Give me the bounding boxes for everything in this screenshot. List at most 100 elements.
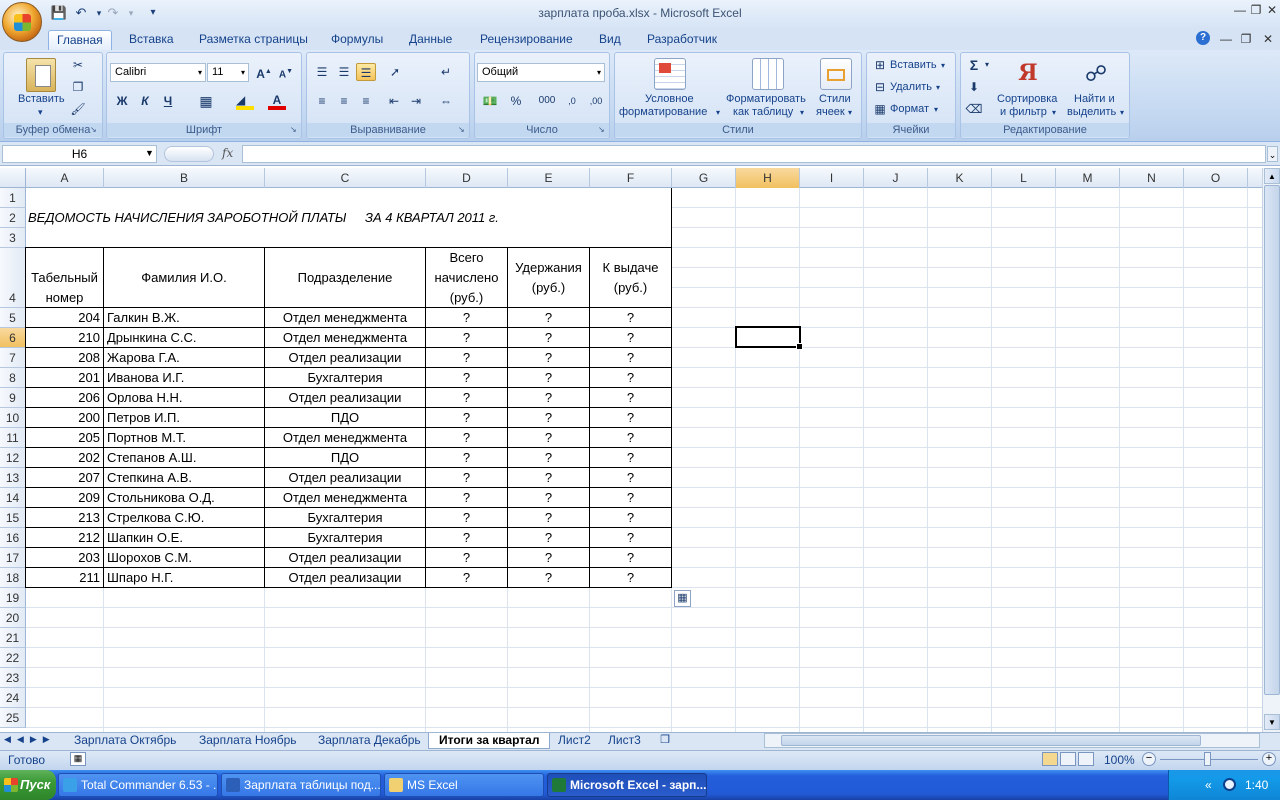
row-header[interactable]: 19 bbox=[0, 588, 26, 608]
paste-button[interactable]: Вставить bbox=[18, 93, 65, 106]
column-header-h[interactable]: H bbox=[736, 168, 800, 188]
sheet-nav-icons[interactable]: ◀◀▶▶ bbox=[4, 734, 56, 745]
help-icon[interactable]: ? bbox=[1196, 31, 1210, 45]
conditional-formatting-icon[interactable] bbox=[654, 58, 686, 90]
row-header[interactable]: 11 bbox=[0, 428, 26, 448]
row-header[interactable]: 9 bbox=[0, 388, 26, 408]
page-break-view-icon[interactable] bbox=[1078, 752, 1094, 766]
cell-deductions[interactable]: ? bbox=[508, 568, 590, 588]
cut-icon[interactable]: ✂ bbox=[68, 56, 88, 74]
increase-decimal-icon[interactable]: ,0 bbox=[562, 92, 582, 110]
cell-total-accrued[interactable]: ? bbox=[426, 328, 508, 348]
column-header-f[interactable]: F bbox=[590, 168, 672, 188]
column-header-c[interactable]: C bbox=[265, 168, 426, 188]
cell-to-pay[interactable]: ? bbox=[590, 568, 672, 588]
cell-to-pay[interactable]: ? bbox=[590, 448, 672, 468]
cell-deductions[interactable]: ? bbox=[508, 328, 590, 348]
cell-total-accrued[interactable]: ? bbox=[426, 428, 508, 448]
cell-to-pay[interactable]: ? bbox=[590, 528, 672, 548]
grow-font-icon[interactable]: A▲ bbox=[254, 63, 274, 81]
clear-icon[interactable]: ⌫ bbox=[964, 100, 984, 118]
alignment-launcher-icon[interactable]: ↘ bbox=[458, 125, 465, 134]
cell-full-name[interactable]: Портнов М.Т. bbox=[104, 428, 265, 448]
paste-options-icon[interactable]: ▦ bbox=[674, 590, 691, 607]
row-header[interactable]: 1 bbox=[0, 188, 26, 208]
column-header-j[interactable]: J bbox=[864, 168, 928, 188]
cell-department[interactable]: Отдел реализации bbox=[265, 348, 426, 368]
sort-filter-icon[interactable]: Я bbox=[1012, 58, 1044, 90]
orientation-icon[interactable]: ➚ bbox=[385, 63, 405, 81]
cell-full-name[interactable]: Шапкин О.Е. bbox=[104, 528, 265, 548]
cell-total-accrued[interactable]: ? bbox=[426, 508, 508, 528]
close-icon[interactable]: ✕ bbox=[1264, 3, 1280, 17]
cell-deductions[interactable]: ? bbox=[508, 428, 590, 448]
insert-cells-dropdown-icon[interactable]: ▾ bbox=[941, 59, 945, 72]
cell-department[interactable]: Отдел реализации bbox=[265, 548, 426, 568]
workbook-restore-icon[interactable]: ❐ bbox=[1238, 32, 1254, 46]
cell-full-name[interactable]: Стольникова О.Д. bbox=[104, 488, 265, 508]
zoom-out-icon[interactable]: − bbox=[1142, 752, 1156, 766]
cell-deductions[interactable]: ? bbox=[508, 308, 590, 328]
cell-to-pay[interactable]: ? bbox=[590, 548, 672, 568]
column-header-n[interactable]: N bbox=[1120, 168, 1184, 188]
row-header[interactable]: 18 bbox=[0, 568, 26, 588]
undo-icon[interactable]: ↶ bbox=[72, 4, 90, 22]
tab-page-layout[interactable]: Разметка страницы bbox=[191, 30, 316, 50]
cell-deductions[interactable]: ? bbox=[508, 508, 590, 528]
clock[interactable]: 1:40 bbox=[1245, 778, 1268, 792]
cell-department[interactable]: Отдел менеджмента bbox=[265, 488, 426, 508]
select-all-button[interactable] bbox=[0, 168, 26, 188]
cell-total-accrued[interactable]: ? bbox=[426, 348, 508, 368]
row-header[interactable]: 5 bbox=[0, 308, 26, 328]
cell-deductions[interactable]: ? bbox=[508, 548, 590, 568]
macro-record-icon[interactable]: ▦ bbox=[70, 752, 86, 766]
vertical-scrollbar[interactable]: ▲ ▼ bbox=[1262, 168, 1280, 732]
sheet-tab-active[interactable]: Итоги за квартал bbox=[428, 733, 551, 749]
cell-to-pay[interactable]: ? bbox=[590, 388, 672, 408]
format-as-table-dropdown-icon[interactable]: ▾ bbox=[800, 106, 804, 119]
tab-data[interactable]: Данные bbox=[401, 30, 460, 50]
expand-formula-bar-icon[interactable]: ⌄ bbox=[1267, 146, 1278, 162]
cell-to-pay[interactable]: ? bbox=[590, 408, 672, 428]
row-header[interactable]: 23 bbox=[0, 668, 26, 688]
cell-tab-number[interactable]: 200 bbox=[26, 408, 104, 428]
paste-icon[interactable] bbox=[26, 58, 56, 92]
cell-tab-number[interactable]: 209 bbox=[26, 488, 104, 508]
italic-button[interactable]: К bbox=[135, 92, 155, 110]
cell-deductions[interactable]: ? bbox=[508, 368, 590, 388]
normal-view-icon[interactable] bbox=[1042, 752, 1058, 766]
cell-department[interactable]: Отдел менеджмента bbox=[265, 428, 426, 448]
sheet-tab[interactable]: Зарплата Ноябрь bbox=[189, 733, 307, 749]
row-header[interactable]: 14 bbox=[0, 488, 26, 508]
row-header[interactable]: 3 bbox=[0, 228, 26, 248]
cell-tab-number[interactable]: 210 bbox=[26, 328, 104, 348]
row-header[interactable]: 4 bbox=[0, 248, 26, 308]
percent-button[interactable]: % bbox=[506, 92, 526, 110]
row-header[interactable]: 8 bbox=[0, 368, 26, 388]
row-header[interactable]: 25 bbox=[0, 708, 26, 728]
sort-filter-label-1[interactable]: Сортировка bbox=[997, 93, 1057, 106]
increase-indent-icon[interactable]: ⇥ bbox=[406, 92, 426, 110]
find-select-label-1[interactable]: Найти и bbox=[1074, 93, 1115, 106]
cell-tab-number[interactable]: 212 bbox=[26, 528, 104, 548]
scroll-thumb[interactable] bbox=[1264, 185, 1280, 695]
cell-to-pay[interactable]: ? bbox=[590, 428, 672, 448]
name-box-dropdown-icon[interactable]: ▼ bbox=[145, 148, 154, 158]
cell-styles-dropdown-icon[interactable]: ▾ bbox=[848, 106, 852, 119]
cell-total-accrued[interactable]: ? bbox=[426, 548, 508, 568]
cell-department[interactable]: Бухгалтерия bbox=[265, 528, 426, 548]
workbook-close-icon[interactable]: ✕ bbox=[1260, 32, 1276, 46]
fill-color-icon[interactable]: ◢ bbox=[236, 93, 254, 110]
tab-formulas[interactable]: Формулы bbox=[323, 30, 391, 50]
autosum-dropdown-icon[interactable]: ▾ bbox=[982, 56, 992, 74]
cell-styles-label-2[interactable]: ячеек bbox=[816, 106, 845, 119]
row-header[interactable]: 22 bbox=[0, 648, 26, 668]
borders-icon[interactable]: ▦ bbox=[196, 92, 216, 110]
column-header-k[interactable]: K bbox=[928, 168, 992, 188]
insert-cells-button[interactable]: Вставить bbox=[890, 59, 937, 72]
row-header[interactable]: 13 bbox=[0, 468, 26, 488]
cell-to-pay[interactable]: ? bbox=[590, 508, 672, 528]
cell-total-accrued[interactable]: ? bbox=[426, 448, 508, 468]
cell-department[interactable]: Бухгалтерия bbox=[265, 368, 426, 388]
sheet-tab[interactable]: Лист2 bbox=[548, 733, 601, 749]
